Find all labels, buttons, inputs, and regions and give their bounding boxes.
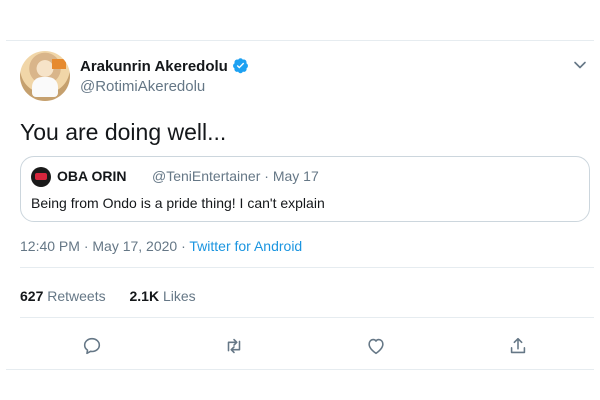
- author-handle[interactable]: @RotimiAkeredolu: [80, 78, 205, 95]
- tweet-actions: [6, 335, 594, 361]
- quoted-author-avatar: [31, 167, 51, 187]
- quoted-author-handle: @TeniEntertainer · May 17: [152, 168, 319, 184]
- author-avatar[interactable]: [20, 51, 70, 101]
- retweets-stat[interactable]: 627 Retweets: [20, 288, 106, 304]
- tweet-card: Arakunrin Akeredolu @RotimiAkeredolu You…: [6, 40, 594, 370]
- tweet-source-link[interactable]: Twitter for Android: [189, 238, 302, 254]
- retweet-icon: [227, 338, 241, 354]
- tweet-stats: 627 Retweets 2.1K Likes: [20, 288, 216, 304]
- quoted-tweet[interactable]: OBA ORIN @TeniEntertainer · May 17 Being…: [20, 156, 590, 222]
- tweet-meta: 12:40 PM · May 17, 2020 · Twitter for An…: [20, 238, 302, 254]
- tweet-timestamp[interactable]: 12:40 PM · May 17, 2020 ·: [20, 238, 189, 254]
- divider: [20, 267, 594, 268]
- likes-label: Likes: [162, 288, 196, 304]
- retweets-label: Retweets: [47, 288, 106, 304]
- quoted-author-name: OBA ORIN: [57, 168, 127, 184]
- likes-stat[interactable]: 2.1K Likes: [130, 288, 196, 304]
- share-icon: [510, 337, 526, 354]
- likes-count: 2.1K: [129, 288, 160, 304]
- like-button[interactable]: [365, 335, 387, 357]
- chevron-down-icon: [574, 61, 586, 69]
- share-button[interactable]: [507, 335, 529, 357]
- heart-icon: [368, 338, 384, 355]
- retweets-count: 627: [20, 288, 44, 304]
- reply-icon: [83, 337, 101, 355]
- more-options-button[interactable]: [572, 57, 588, 73]
- author-name-row[interactable]: Arakunrin Akeredolu: [80, 57, 249, 75]
- tweet-text: You are doing well...: [20, 119, 227, 145]
- retweet-button[interactable]: [223, 335, 245, 357]
- quoted-tweet-text: Being from Ondo is a pride thing! I can'…: [31, 195, 325, 211]
- verified-badge-icon: [232, 58, 248, 74]
- divider: [20, 317, 594, 318]
- reply-button[interactable]: [81, 335, 103, 357]
- author-name[interactable]: Arakunrin Akeredolu: [80, 58, 228, 75]
